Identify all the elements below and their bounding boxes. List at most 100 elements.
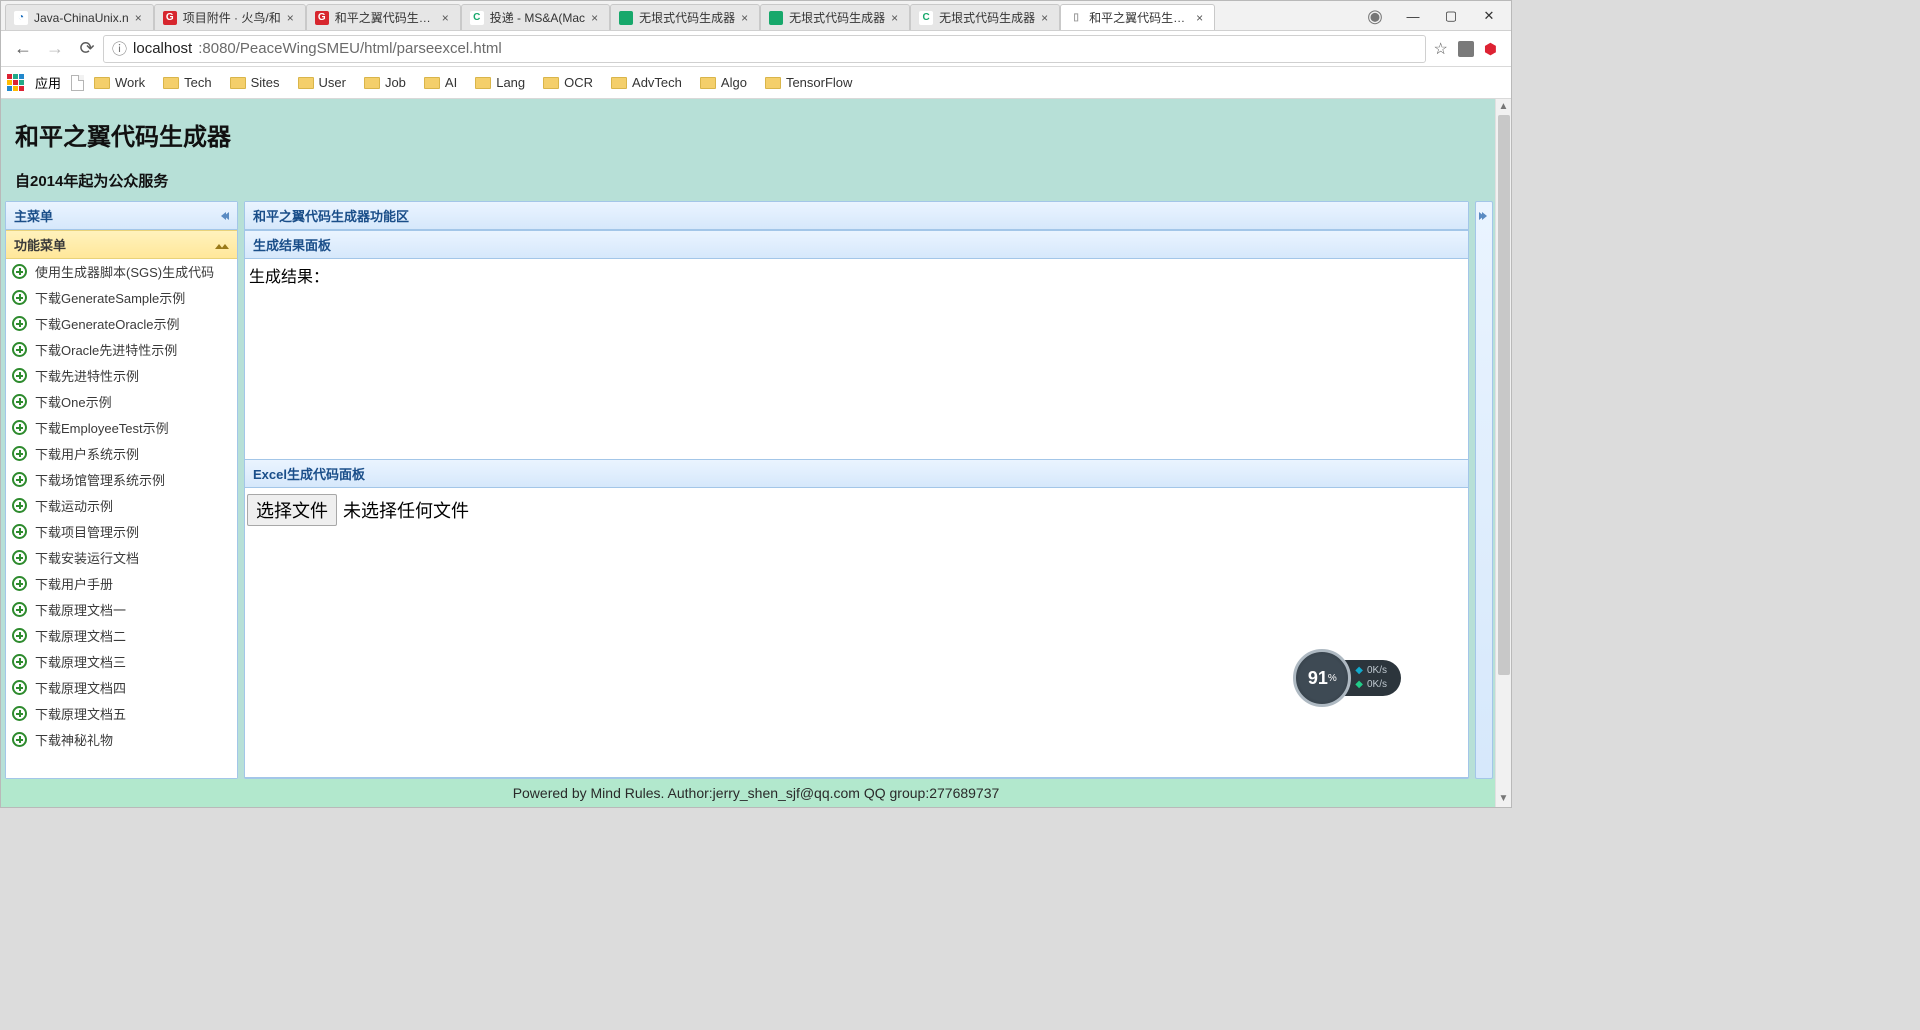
extension-shield-icon[interactable]: ⬢ — [1484, 40, 1497, 58]
menu-item[interactable]: 下载原理文档四 — [6, 675, 237, 701]
menu-item[interactable]: 下载场馆管理系统示例 — [6, 467, 237, 493]
menu-item-label: 下载原理文档二 — [35, 626, 126, 645]
tab-close-icon[interactable]: × — [741, 11, 751, 25]
menu-group-title: 功能菜单 — [14, 235, 66, 254]
bookmark-folder[interactable]: Lang — [475, 75, 525, 90]
plus-icon — [12, 680, 27, 695]
scroll-down-icon[interactable]: ▼ — [1496, 791, 1511, 807]
tab-title: 无垠式代码生成器 — [939, 9, 1035, 26]
bookmark-label: Lang — [496, 75, 525, 90]
browser-tab[interactable]: C投递 - MS&A(Mac× — [461, 4, 610, 30]
tab-close-icon[interactable]: × — [287, 11, 297, 25]
browser-tab[interactable]: 无垠式代码生成器× — [610, 4, 760, 30]
bookmark-label: Work — [115, 75, 145, 90]
plus-icon — [12, 732, 27, 747]
right-panel-collapsed[interactable] — [1475, 201, 1493, 779]
scroll-thumb[interactable] — [1498, 115, 1510, 675]
bookmark-label: Sites — [251, 75, 280, 90]
menu-item[interactable]: 下载运动示例 — [6, 493, 237, 519]
bookmark-folder[interactable]: Tech — [163, 75, 211, 90]
nav-forward-icon[interactable]: → — [39, 38, 71, 59]
tab-close-icon[interactable]: × — [591, 11, 601, 25]
nav-back-icon[interactable]: ← — [7, 38, 39, 59]
footer-text: Powered by Mind Rules. Author:jerry_shen… — [513, 785, 1000, 801]
menu-item[interactable]: 下载用户系统示例 — [6, 441, 237, 467]
menu-item-label: 下载用户系统示例 — [35, 444, 139, 463]
bookmark-folder[interactable]: Job — [364, 75, 406, 90]
bookmark-folder[interactable]: Work — [94, 75, 145, 90]
site-info-icon[interactable]: ⓘ — [112, 38, 127, 59]
menu-item[interactable]: 下载One示例 — [6, 389, 237, 415]
tab-close-icon[interactable]: × — [891, 11, 901, 25]
excel-panel-title: Excel生成代码面板 — [253, 464, 365, 483]
file-input-row: 选择文件 未选择任何文件 — [247, 494, 1466, 526]
menu-item[interactable]: 下载原理文档三 — [6, 649, 237, 675]
bookmark-folder[interactable]: User — [298, 75, 346, 90]
tab-title: Java-ChinaUnix.n — [34, 11, 129, 25]
bookmark-folder[interactable]: AI — [424, 75, 457, 90]
extension-icon[interactable] — [1458, 41, 1474, 57]
bookmark-folder[interactable]: Sites — [230, 75, 280, 90]
browser-tab[interactable]: 无垠式代码生成器× — [760, 4, 910, 30]
browser-tab[interactable]: ▯和平之翼代码生成器× — [1060, 4, 1215, 30]
apps-icon[interactable] — [7, 74, 25, 92]
tab-close-icon[interactable]: × — [442, 11, 452, 25]
nav-reload-icon[interactable]: ⟳ — [71, 38, 103, 59]
menu-item[interactable]: 下载安装运行文档 — [6, 545, 237, 571]
bookmark-star-icon[interactable]: ☆ — [1434, 39, 1448, 59]
user-avatar-icon[interactable]: ◉ — [1363, 6, 1387, 27]
menu-group-header[interactable]: 功能菜单 — [6, 230, 237, 259]
url-input[interactable]: ⓘ localhost:8080/PeaceWingSMEU/html/pars… — [103, 35, 1426, 63]
menu-item-label: 下载GenerateOracle示例 — [35, 314, 180, 333]
menu-item[interactable]: 下载先进特性示例 — [6, 363, 237, 389]
browser-tab[interactable]: G项目附件 · 火鸟/和× — [154, 4, 306, 30]
collapse-left-icon[interactable] — [219, 208, 229, 223]
menu-item[interactable]: 下载原理文档五 — [6, 701, 237, 727]
tab-title: 项目附件 · 火鸟/和 — [183, 9, 281, 26]
menu-item[interactable]: 下载项目管理示例 — [6, 519, 237, 545]
tab-close-icon[interactable]: × — [135, 11, 145, 25]
window-close-icon[interactable]: ✕ — [1477, 8, 1501, 24]
page-scrollbar[interactable]: ▲ ▼ — [1495, 99, 1511, 807]
plus-icon — [12, 498, 27, 513]
window-maximize-icon[interactable]: ▢ — [1439, 8, 1463, 24]
menu-item[interactable]: 下载神秘礼物 — [6, 727, 237, 753]
menu-item[interactable]: 下载GenerateOracle示例 — [6, 311, 237, 337]
browser-tab[interactable]: C无垠式代码生成器× — [910, 4, 1060, 30]
menu-item-label: 下载场馆管理系统示例 — [35, 470, 165, 489]
bookmark-folder[interactable]: TensorFlow — [765, 75, 852, 90]
collapse-group-icon[interactable] — [215, 237, 229, 252]
menu-item[interactable]: 下载原理文档一 — [6, 597, 237, 623]
bookmark-folder[interactable]: Algo — [700, 75, 747, 90]
menu-item[interactable]: 下载原理文档二 — [6, 623, 237, 649]
menu-item[interactable]: 下载Oracle先进特性示例 — [6, 337, 237, 363]
file-status: 未选择任何文件 — [343, 497, 469, 523]
tab-close-icon[interactable]: × — [1196, 11, 1206, 25]
menu-item[interactable]: 下载EmployeeTest示例 — [6, 415, 237, 441]
network-speed-widget[interactable]: 91% ◆0K/s ◆0K/s — [1293, 649, 1401, 707]
window-minimize-icon[interactable]: — — [1401, 9, 1425, 24]
function-menu: 使用生成器脚本(SGS)生成代码下载GenerateSample示例下载Gene… — [6, 259, 237, 753]
bookmark-folder[interactable]: OCR — [543, 75, 593, 90]
plus-icon — [12, 472, 27, 487]
expand-right-icon[interactable] — [1479, 208, 1489, 223]
plus-icon — [12, 446, 27, 461]
window-controls: ◉ — ▢ ✕ — [1353, 1, 1511, 31]
menu-item[interactable]: 使用生成器脚本(SGS)生成代码 — [6, 259, 237, 285]
result-output: 生成结果： — [245, 259, 1468, 459]
tab-favicon: ▯ — [1069, 11, 1083, 25]
menu-item[interactable]: 下载GenerateSample示例 — [6, 285, 237, 311]
browser-tab[interactable]: G和平之翼代码生成器× — [306, 4, 461, 30]
apps-label[interactable]: 应用 — [35, 73, 61, 92]
menu-item-label: 下载One示例 — [35, 392, 112, 411]
scroll-up-icon[interactable]: ▲ — [1496, 99, 1511, 115]
bookmark-page-icon[interactable] — [71, 75, 84, 91]
tab-close-icon[interactable]: × — [1041, 11, 1051, 25]
browser-tab[interactable]: ◔Java-ChinaUnix.n× — [5, 4, 154, 30]
folder-icon — [475, 77, 491, 89]
menu-item[interactable]: 下载用户手册 — [6, 571, 237, 597]
choose-file-button[interactable]: 选择文件 — [247, 494, 337, 526]
folder-icon — [230, 77, 246, 89]
menu-item-label: 下载原理文档三 — [35, 652, 126, 671]
bookmark-folder[interactable]: AdvTech — [611, 75, 682, 90]
